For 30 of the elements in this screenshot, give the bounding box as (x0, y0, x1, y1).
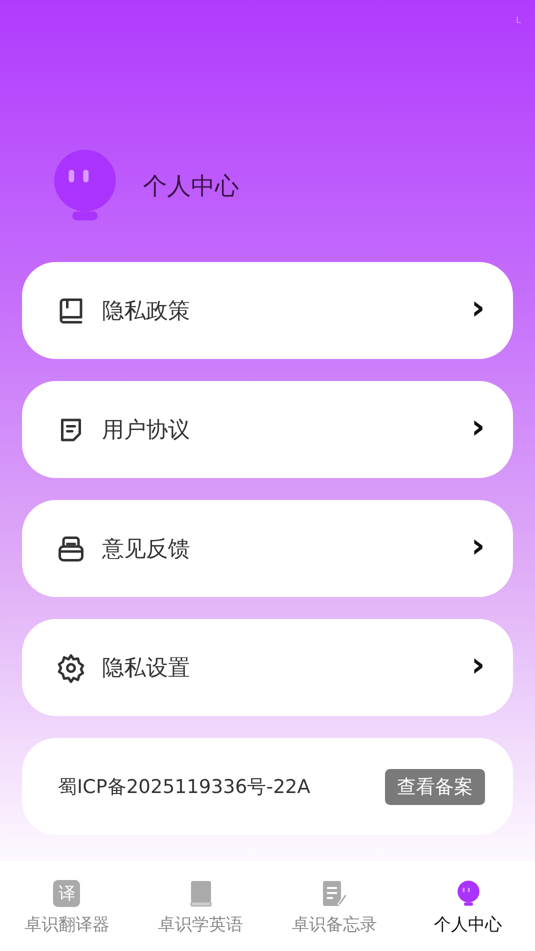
translate-icon: 译 (53, 880, 80, 907)
tab-label: 个人中心 (434, 914, 502, 936)
chevron-icon: › (470, 528, 485, 562)
menu-label: 用户协议 (102, 416, 191, 444)
menu-label: 隐私政策 (102, 298, 191, 326)
menu-item[interactable]: 隐私政策 › (22, 262, 513, 359)
menu-item[interactable]: 隐私设置 › (22, 619, 513, 716)
tab-label: 卓识学英语 (158, 914, 244, 936)
icp-text: 蜀ICP备2025119336号-22A (58, 774, 312, 800)
menu-label: 意见反馈 (102, 536, 191, 564)
menu-label: 隐私设置 (102, 654, 191, 682)
avatar-icon (454, 880, 482, 907)
nav-tab[interactable]: 译 卓识翻译器 (0, 861, 134, 951)
menu-item[interactable]: 意见反馈 › (22, 500, 513, 597)
profile-title: 个人中心 (143, 171, 239, 202)
tab-label: 卓识翻译器 (24, 914, 110, 936)
inbox-icon (56, 534, 86, 564)
view-record-button[interactable]: 查看备案 (385, 768, 485, 804)
chevron-icon: › (470, 410, 485, 444)
book-icon (188, 880, 213, 907)
memo-icon (321, 880, 348, 907)
menu-item[interactable]: 用户协议 › (22, 381, 513, 478)
corner-mark: L (516, 16, 521, 26)
settings-icon (56, 652, 86, 682)
nav-tab[interactable]: 卓识学英语 (134, 861, 268, 951)
chevron-icon: › (470, 290, 485, 324)
nav-tab[interactable]: 卓识备忘录 (268, 861, 402, 951)
nav-tab[interactable]: 个人中心 (401, 861, 535, 951)
tab-label: 卓识备忘录 (292, 914, 377, 936)
chevron-icon: › (470, 648, 485, 682)
